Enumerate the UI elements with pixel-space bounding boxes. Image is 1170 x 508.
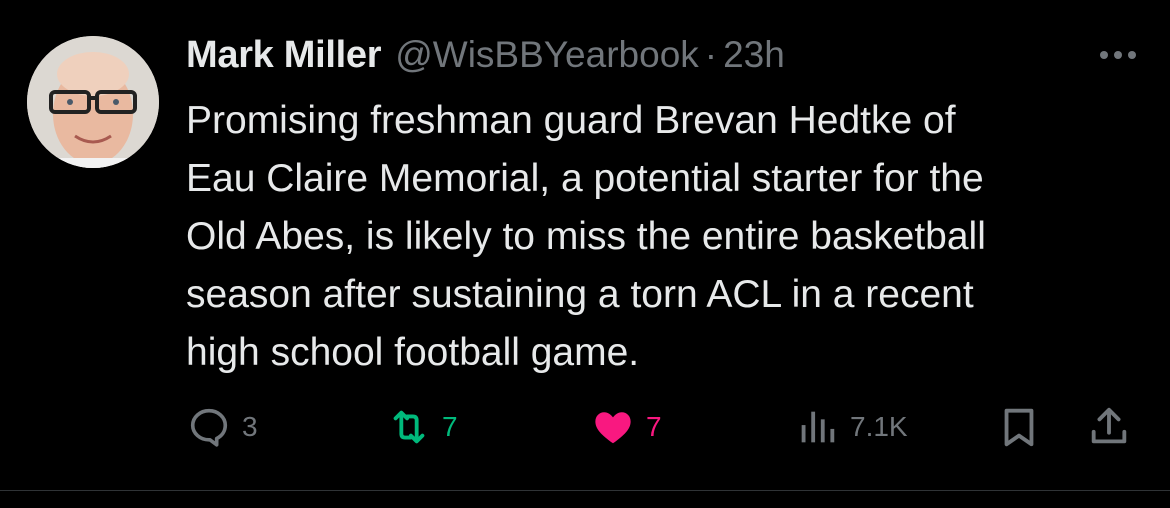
heart-filled-icon (595, 412, 631, 444)
timestamp[interactable]: 23h (723, 34, 785, 76)
avatar-photo (27, 36, 159, 168)
tweet-header: Mark Miller @WisBBYearbook · 23h (186, 34, 785, 82)
tweet-text-line: Promising freshman guard Brevan Hedtke o… (186, 99, 956, 142)
reply-bubble-icon (190, 408, 228, 447)
bookmark-icon (1004, 408, 1034, 447)
tweet-text: Promising freshman guard Brevan Hedtke o… (186, 92, 1136, 382)
views-bars-icon (801, 411, 835, 443)
share-button[interactable] (1086, 400, 1132, 454)
reply-button[interactable]: 3 (186, 400, 258, 454)
retweet-icon (393, 410, 425, 444)
like-count: 7 (646, 411, 662, 442)
more-dots-icon (1100, 51, 1136, 59)
share-upload-icon (1091, 407, 1127, 444)
tweet-text-line: season after sustaining a torn ACL in a … (186, 273, 974, 316)
author-handle[interactable]: @WisBBYearbook (395, 34, 699, 76)
tweet-divider (0, 490, 1170, 491)
reply-count: 3 (242, 411, 258, 442)
avatar[interactable] (27, 36, 159, 168)
like-button[interactable]: 7 (590, 400, 662, 454)
tweet-text-line: Eau Claire Memorial, a potential starter… (186, 157, 984, 200)
views-count: 7.1K (850, 411, 908, 442)
tweet-text-line: high school football game. (186, 331, 640, 374)
author-name[interactable]: Mark Miller (186, 34, 382, 77)
views-button[interactable]: 7.1K (794, 400, 908, 454)
separator-dot: · (704, 34, 718, 75)
more-options-button[interactable] (1096, 40, 1140, 70)
tweet-actions-bar: 3 7 7 7.1K (186, 400, 1146, 454)
bookmark-button[interactable] (996, 400, 1042, 454)
tweet-card[interactable]: Mark Miller @WisBBYearbook · 23h Promisi… (0, 0, 1170, 508)
retweet-button[interactable]: 7 (386, 400, 458, 454)
tweet-text-line: Old Abes, is likely to miss the entire b… (186, 215, 986, 258)
retweet-count: 7 (442, 411, 458, 442)
